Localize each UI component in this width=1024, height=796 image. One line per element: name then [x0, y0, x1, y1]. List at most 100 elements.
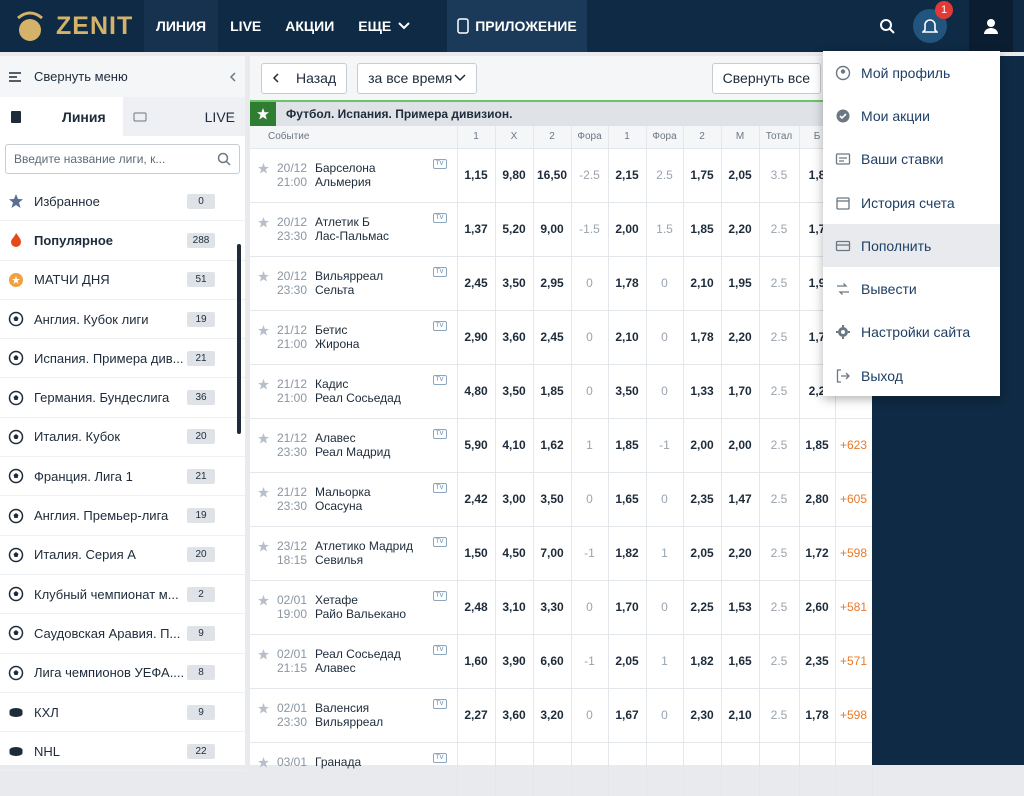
- event-cell[interactable]: 03/01 Гранада TV: [250, 741, 458, 796]
- period-select[interactable]: за все время: [357, 62, 478, 94]
- event-cell[interactable]: 21/12 Кадис 21:00 Реал Сосьедад TV: [250, 363, 458, 418]
- odds-cell[interactable]: 1,82: [683, 633, 722, 688]
- sidebar-item[interactable]: МАТЧИ ДНЯ 51: [0, 261, 245, 300]
- odds-cell[interactable]: 0: [571, 363, 609, 418]
- odds-cell[interactable]: 3,50: [495, 255, 534, 310]
- odds-cell[interactable]: [533, 741, 572, 796]
- odds-cell[interactable]: 2,48: [457, 579, 496, 634]
- odds-cell[interactable]: 1,95: [721, 255, 760, 310]
- app-button[interactable]: ПРИЛОЖЕНИЕ: [447, 0, 587, 52]
- odds-cell[interactable]: 2,20: [721, 525, 760, 580]
- odds-cell[interactable]: 0: [646, 363, 684, 418]
- event-cell[interactable]: 02/01 Хетафе 19:00 Райо Вальекано TV: [250, 579, 458, 634]
- odds-cell[interactable]: 1,70: [721, 363, 760, 418]
- odds-cell[interactable]: [759, 741, 800, 796]
- sidebar-item[interactable]: Избранное 0: [0, 182, 245, 222]
- odds-cell[interactable]: 4,50: [495, 525, 534, 580]
- odds-cell[interactable]: 2,10: [721, 687, 760, 742]
- odds-cell[interactable]: 1,78: [683, 309, 722, 364]
- odds-cell[interactable]: 2,20: [721, 201, 760, 256]
- nav-line[interactable]: ЛИНИЯ: [144, 0, 219, 52]
- odds-cell[interactable]: 2.5: [759, 525, 800, 580]
- odds-cell[interactable]: 2,00: [683, 417, 722, 472]
- odds-cell[interactable]: 2.5: [646, 147, 684, 202]
- odds-cell[interactable]: 2,05: [683, 525, 722, 580]
- more-markets-link[interactable]: +598: [835, 687, 873, 742]
- odds-cell[interactable]: 2.5: [759, 363, 800, 418]
- odds-cell[interactable]: 1,53: [721, 579, 760, 634]
- event-cell[interactable]: 02/01 Валенсия 23:30 Вильярреал TV: [250, 687, 458, 742]
- odds-cell[interactable]: 2,35: [799, 633, 836, 688]
- favorite-star-icon[interactable]: [258, 487, 269, 498]
- odds-cell[interactable]: -1.5: [571, 201, 609, 256]
- odds-cell[interactable]: 3,50: [608, 363, 647, 418]
- odds-cell[interactable]: 2,05: [721, 147, 760, 202]
- odds-cell[interactable]: 1,70: [608, 579, 647, 634]
- odds-cell[interactable]: 2,20: [721, 309, 760, 364]
- odds-cell[interactable]: 1,65: [608, 471, 647, 526]
- odds-cell[interactable]: 3,60: [495, 687, 534, 742]
- odds-cell[interactable]: 4,80: [457, 363, 496, 418]
- odds-cell[interactable]: 0: [571, 309, 609, 364]
- odds-cell[interactable]: 1,47: [721, 471, 760, 526]
- event-cell[interactable]: 21/12 Алавес 23:30 Реал Мадрид TV: [250, 417, 458, 472]
- league-header[interactable]: Футбол. Испания. Примера дивизион.: [250, 100, 872, 126]
- sidebar-item[interactable]: КХЛ 9: [0, 693, 245, 733]
- favorite-star-icon[interactable]: [258, 163, 269, 174]
- odds-cell[interactable]: 2.5: [759, 579, 800, 634]
- odds-cell[interactable]: 3,50: [533, 471, 572, 526]
- odds-cell[interactable]: 5,20: [495, 201, 534, 256]
- odds-cell[interactable]: 3,30: [533, 579, 572, 634]
- more-markets-link[interactable]: +605: [835, 471, 873, 526]
- odds-cell[interactable]: 0: [646, 471, 684, 526]
- sidebar-item[interactable]: Лига чемпионов УЕФА.... 8: [0, 654, 245, 693]
- favorite-star-icon[interactable]: [258, 757, 269, 768]
- sidebar-item[interactable]: Италия. Кубок 20: [0, 418, 245, 458]
- odds-cell[interactable]: [608, 741, 647, 796]
- odds-cell[interactable]: 5,90: [457, 417, 496, 472]
- odds-cell[interactable]: 2,00: [721, 417, 760, 472]
- sidebar-item[interactable]: Италия. Серия А 20: [0, 536, 245, 575]
- menu-item[interactable]: Ваши ставки: [823, 138, 1000, 181]
- odds-cell[interactable]: 1,78: [799, 687, 836, 742]
- odds-cell[interactable]: 1,50: [457, 525, 496, 580]
- odds-cell[interactable]: 2,80: [799, 471, 836, 526]
- collapse-menu[interactable]: Свернуть меню: [0, 56, 245, 97]
- menu-item[interactable]: Пополнить: [823, 224, 1000, 268]
- notifications-button[interactable]: 1: [913, 1, 953, 43]
- odds-cell[interactable]: -1: [571, 525, 609, 580]
- odds-cell[interactable]: 0: [571, 471, 609, 526]
- favorite-star-icon[interactable]: [258, 217, 269, 228]
- more-markets-link[interactable]: +571: [835, 633, 873, 688]
- odds-cell[interactable]: 1: [571, 417, 609, 472]
- sidebar-item[interactable]: Клубный чемпионат м... 2: [0, 575, 245, 615]
- event-cell[interactable]: 21/12 Мальорка 23:30 Осасуна TV: [250, 471, 458, 526]
- odds-cell[interactable]: 7,00: [533, 525, 572, 580]
- odds-cell[interactable]: 2.5: [759, 633, 800, 688]
- odds-cell[interactable]: 2,90: [457, 309, 496, 364]
- nav-live[interactable]: LIVE: [218, 0, 273, 52]
- odds-cell[interactable]: 1.5: [646, 201, 684, 256]
- menu-item[interactable]: Настройки сайта: [823, 311, 1000, 354]
- odds-cell[interactable]: 1,75: [683, 147, 722, 202]
- odds-cell[interactable]: 2.5: [759, 417, 800, 472]
- odds-cell[interactable]: 1,85: [799, 417, 836, 472]
- odds-cell[interactable]: 1,67: [608, 687, 647, 742]
- odds-cell[interactable]: 1,85: [533, 363, 572, 418]
- user-menu-button[interactable]: [969, 0, 1013, 52]
- odds-cell[interactable]: [646, 741, 684, 796]
- odds-cell[interactable]: 3,90: [495, 633, 534, 688]
- odds-cell[interactable]: [457, 741, 496, 796]
- odds-cell[interactable]: 1,37: [457, 201, 496, 256]
- odds-cell[interactable]: 1: [646, 633, 684, 688]
- odds-cell[interactable]: 0: [646, 687, 684, 742]
- sidebar-item[interactable]: Англия. Премьер-лига 19: [0, 496, 245, 536]
- odds-cell[interactable]: 1,65: [721, 633, 760, 688]
- odds-cell[interactable]: 9,80: [495, 147, 534, 202]
- event-cell[interactable]: 23/12 Атлетико Мадрид 18:15 Севилья TV: [250, 525, 458, 580]
- more-markets-link[interactable]: +598: [835, 525, 873, 580]
- favorite-star-icon[interactable]: [258, 379, 269, 390]
- favorite-star-icon[interactable]: [258, 703, 269, 714]
- odds-cell[interactable]: -1: [646, 417, 684, 472]
- favorite-star-icon[interactable]: [258, 649, 269, 660]
